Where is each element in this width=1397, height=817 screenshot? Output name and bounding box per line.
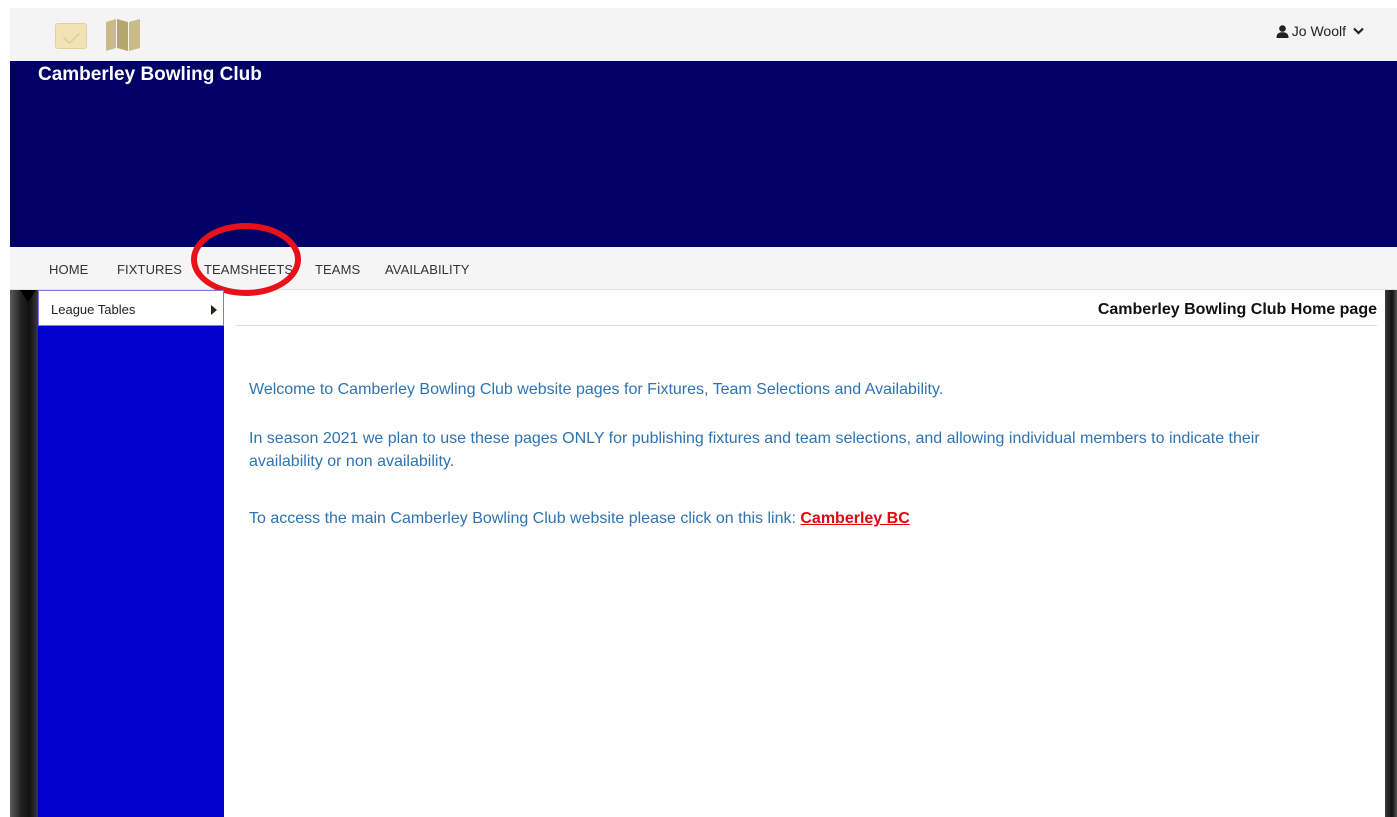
nav-home[interactable]: HOME <box>49 262 88 277</box>
access-text: To access the main Camberley Bowling Clu… <box>249 510 796 527</box>
access-paragraph: To access the main Camberley Bowling Clu… <box>249 507 1329 530</box>
left-margin <box>0 0 10 817</box>
nav-fixtures[interactable]: FIXTURES <box>117 262 182 277</box>
sidebar-item-league-tables[interactable]: League Tables <box>38 290 224 326</box>
camberley-bc-link[interactable]: Camberley BC <box>800 510 909 527</box>
user-icon <box>1276 24 1289 38</box>
page-title: Camberley Bowling Club Home page <box>1097 301 1377 318</box>
user-name: Jo Woolf <box>1291 23 1346 39</box>
envelope-icon[interactable] <box>55 23 87 49</box>
user-menu[interactable]: Jo Woolf <box>1276 19 1367 43</box>
top-toolbar: Jo Woolf <box>10 8 1397 61</box>
map-icon[interactable] <box>105 18 141 52</box>
submenu-arrow-icon <box>211 305 217 315</box>
chevron-down-icon <box>1353 27 1364 35</box>
right-frame-edge <box>1385 290 1397 817</box>
nav-teams[interactable]: TEAMS <box>315 262 360 277</box>
club-banner <box>10 61 1397 247</box>
nav-availability[interactable]: AVAILABILITY <box>385 262 470 277</box>
sidebar-item-label: League Tables <box>51 302 136 317</box>
club-title: Camberley Bowling Club <box>38 64 262 85</box>
left-frame-edge <box>10 290 38 817</box>
welcome-paragraph: Welcome to Camberley Bowling Club websit… <box>249 381 944 398</box>
nav-teamsheets[interactable]: TEAMSHEETS <box>204 262 293 277</box>
page-heading: Camberley Bowling Club Home page <box>236 290 1377 326</box>
main-nav: HOME FIXTURES TEAMSHEETS TEAMS AVAILABIL… <box>10 247 1397 290</box>
season-paragraph: In season 2021 we plan to use these page… <box>249 430 1260 470</box>
left-sidebar <box>38 290 224 817</box>
